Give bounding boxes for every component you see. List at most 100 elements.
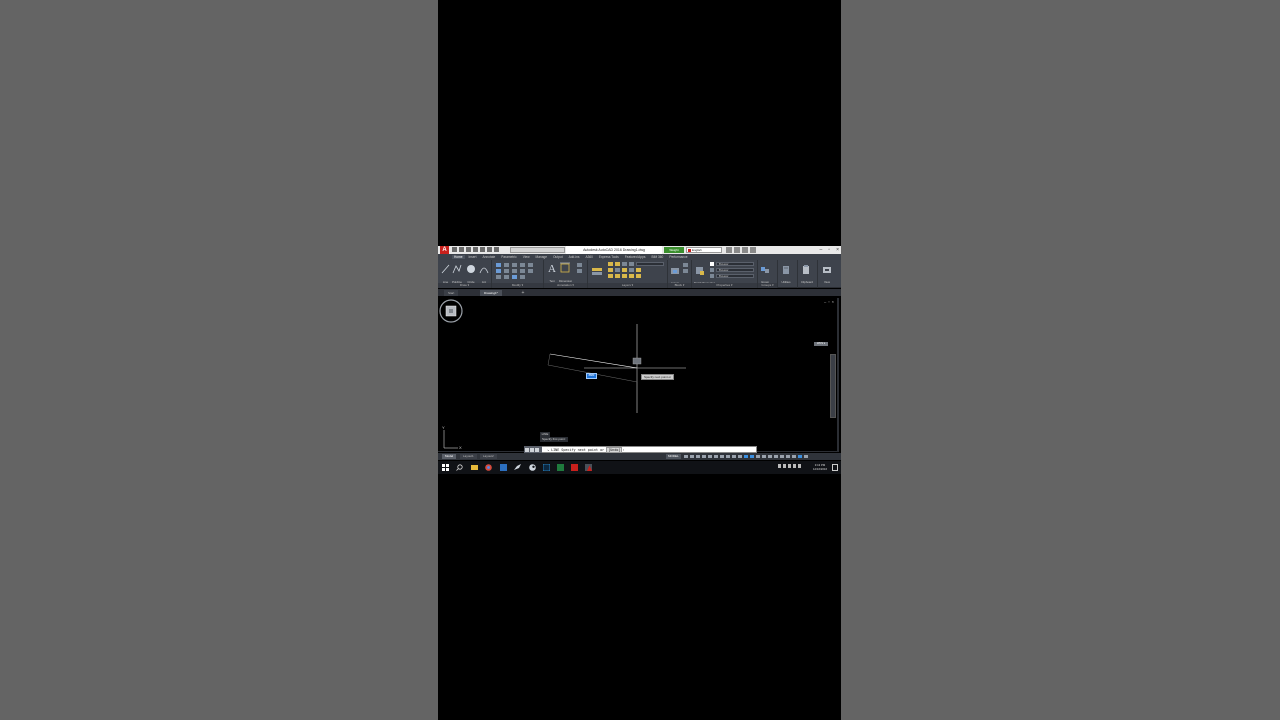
autocad-red-icon[interactable] [571,464,578,471]
transparency-icon[interactable] [726,455,730,458]
tab-view[interactable]: View [521,255,532,259]
group-tool[interactable]: Group [760,262,770,284]
rotate-icon[interactable] [504,263,509,267]
layer-merge-icon[interactable] [629,274,634,278]
tab-home[interactable]: Home [452,255,465,259]
clean-screen-icon[interactable] [798,455,802,458]
3d-osnap-icon[interactable] [738,455,742,458]
tab-manage[interactable]: Manage [534,255,550,259]
search-icon[interactable] [456,464,463,471]
annotation-scale-icon[interactable] [750,455,754,458]
layer-unisolate-icon[interactable] [615,268,620,272]
line-tool[interactable]: Line [441,262,450,284]
redo-icon[interactable] [494,247,499,252]
insert-tool[interactable]: Insert [670,263,680,285]
tab-featured-apps[interactable]: Featured Apps [623,255,648,259]
open-icon[interactable] [459,247,464,252]
file-tab-start[interactable]: Start [444,290,459,296]
excel-icon[interactable] [557,464,564,471]
tab-bim-360[interactable]: BIM 360 [649,255,665,259]
draw-panel-title[interactable]: Draw ▾ [438,283,491,288]
a360-icon[interactable] [742,247,748,253]
lineweight-dropdown[interactable]: ByLayer [716,268,754,272]
linetype-icon[interactable] [710,274,714,278]
layer-lock-icon[interactable] [622,262,627,266]
copy-icon[interactable] [496,269,501,273]
sign-in-box[interactable]: English [686,247,722,253]
view-tool[interactable]: View [822,262,832,284]
annotation-panel-title[interactable]: Annotation ▾ [544,283,587,288]
dimension-tool[interactable]: Dimension [559,261,572,283]
groups-panel-title[interactable]: Groups ▾ [758,283,777,288]
customization-icon[interactable] [804,455,808,458]
volume-icon[interactable] [788,464,791,468]
dynamic-ucs-icon[interactable] [744,455,748,458]
quick-properties-icon[interactable] [774,455,778,458]
linetype-dropdown[interactable]: ByLayer [716,274,754,278]
print-icon[interactable] [480,247,485,252]
layer-off-icon[interactable] [629,268,634,272]
arc-tool[interactable]: Arc [479,262,489,284]
scale-icon[interactable] [504,275,509,279]
workspace-dropdown[interactable] [510,247,565,253]
save-as-icon[interactable] [473,247,478,252]
lineweight-icon[interactable] [710,268,714,272]
tab-annotate[interactable]: Annotate [481,255,498,259]
leader-icon[interactable] [577,263,582,267]
tab-a360[interactable]: A360 [583,255,594,259]
color-swatch-icon[interactable] [710,262,714,266]
layer-delete-icon[interactable] [636,274,641,278]
exchange-icon[interactable] [726,247,732,253]
otrack-icon[interactable] [714,455,718,458]
mirror-icon[interactable] [504,269,509,273]
layer-freeze-icon[interactable] [615,262,620,266]
viewport-restore-button[interactable]: ▫ [828,299,829,304]
layers-panel-title[interactable]: Layers ▾ [588,283,667,288]
lock-ui-icon[interactable] [780,455,784,458]
units-icon[interactable] [768,455,772,458]
tab-insert[interactable]: Insert [467,255,479,259]
layout-tab-model[interactable]: Model [442,454,457,459]
layer-match-icon[interactable] [622,268,627,272]
move-icon[interactable] [496,263,501,267]
osnap-icon[interactable] [708,455,712,458]
layer-on-icon[interactable] [608,262,613,266]
color-dropdown[interactable]: ByLayer [716,262,754,266]
taskbar-clock[interactable]: 3:13 PM 12/16/2016 [811,463,829,471]
layer-prev-icon[interactable] [608,274,613,278]
autocad-logo-icon[interactable]: A [440,246,449,254]
tab-output[interactable]: Output [551,255,565,259]
selection-cycling-icon[interactable] [732,455,736,458]
new-icon[interactable] [452,247,457,252]
drawing-canvas[interactable]: Y X – ▫ × WCS ▾ 8883 Specify next point … [438,298,839,452]
explode-icon[interactable] [520,263,525,267]
layer-copy-icon[interactable] [622,274,627,278]
workspace-switch-icon[interactable] [756,455,760,458]
tab-parametric[interactable]: Parametric [499,255,518,259]
layout-tab-layout2[interactable]: Layout2 [480,454,497,459]
snap-icon[interactable] [690,455,694,458]
layer-color-icon[interactable] [629,262,634,266]
command-search-icon[interactable] [535,447,539,452]
ortho-icon[interactable] [696,455,700,458]
command-close-icon[interactable] [525,447,529,452]
save-icon[interactable] [466,247,471,252]
photoshop-icon[interactable] [543,464,550,471]
file-explorer-icon[interactable] [471,464,478,471]
viewport-minimize-button[interactable]: – [824,299,826,304]
layer-dropdown[interactable] [636,262,664,266]
array-icon[interactable] [512,275,517,279]
network-icon[interactable] [783,464,786,468]
wcs-menu[interactable]: WCS ▾ [814,342,828,346]
lineweight-toggle-icon[interactable] [720,455,724,458]
join-icon[interactable] [528,269,533,273]
table-icon[interactable] [577,269,582,273]
minimize-button[interactable]: – [820,246,823,254]
maximize-button[interactable]: ▫ [828,246,830,254]
layout-tab-layout1[interactable]: Layout1 [460,454,477,459]
stretch-icon[interactable] [496,275,501,279]
windows-start-icon[interactable] [442,464,449,471]
steam-icon[interactable] [529,464,536,471]
command-settings-icon[interactable] [530,447,534,452]
isolate-objects-icon[interactable] [786,455,790,458]
